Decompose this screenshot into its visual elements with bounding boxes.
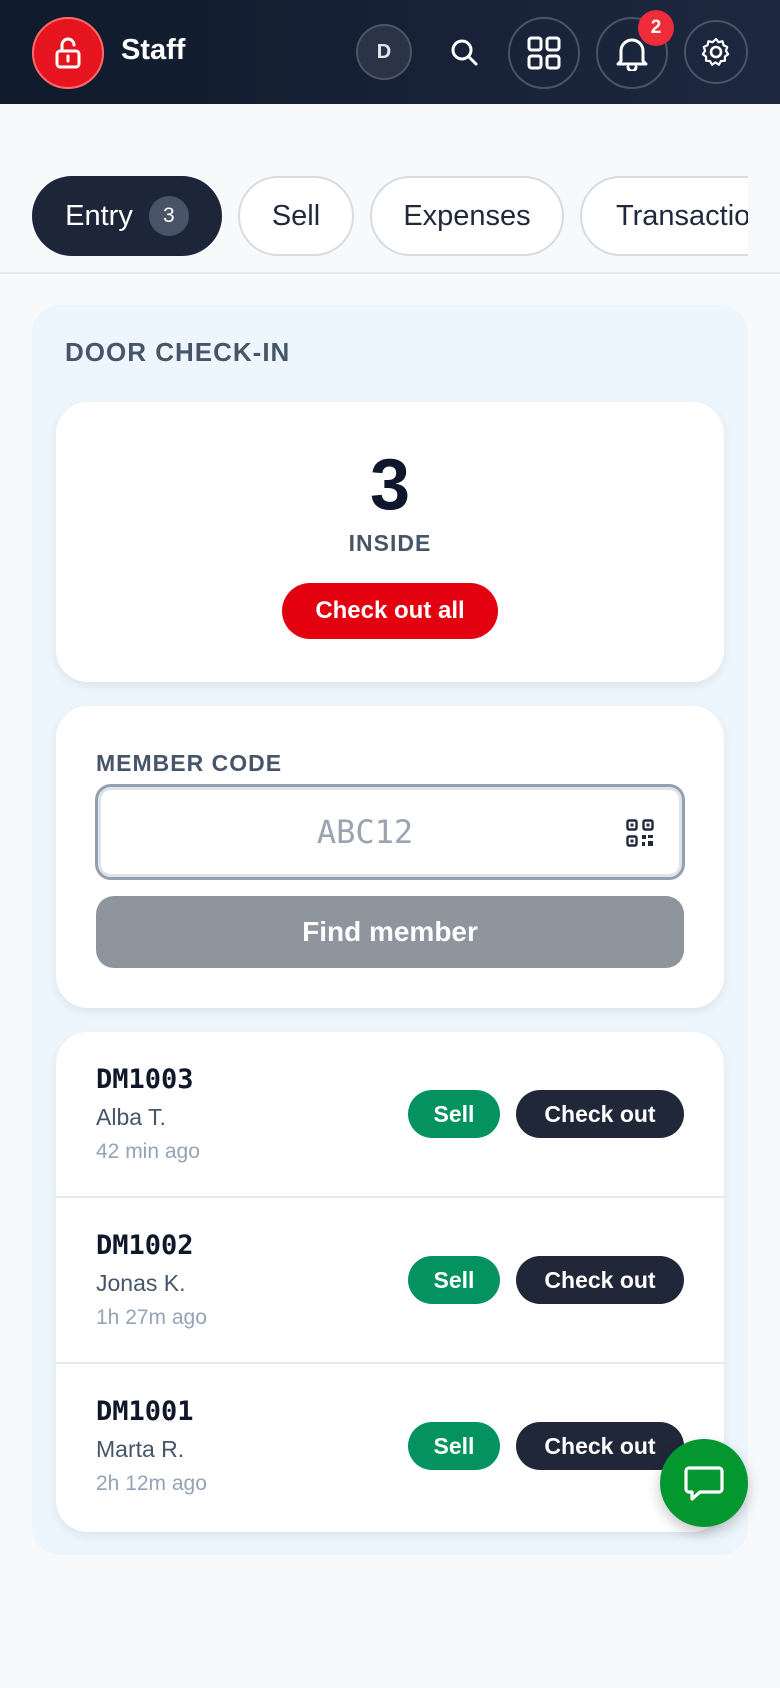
list-item: DM1001 Marta R. 2h 12m ago Sell Check ou… [56, 1364, 724, 1530]
member-code-field[interactable] [95, 784, 685, 880]
member-code: DM1003 [96, 1064, 194, 1095]
sell-button[interactable]: Sell [408, 1256, 500, 1304]
member-name: Jonas K. [96, 1270, 186, 1296]
member-name: Marta R. [96, 1436, 185, 1462]
member-code-card: MEMBER CODE Find member [56, 706, 724, 1008]
panel-title: DOOR CHECK-IN [65, 337, 291, 367]
list-item: DM1002 Jonas K. 1h 27m ago Sell Check ou… [56, 1198, 724, 1364]
avatar[interactable]: D [356, 24, 412, 80]
apps-button[interactable] [508, 17, 580, 89]
list-item: DM1003 Alba T. 42 min ago Sell Check out [56, 1032, 724, 1198]
tab-label: Expenses [403, 199, 531, 232]
inside-count: 3 [369, 445, 411, 525]
member-code-label: MEMBER CODE [96, 750, 283, 776]
app-title: Staff [121, 34, 186, 66]
search-button[interactable] [436, 24, 492, 80]
chat-button[interactable] [660, 1439, 748, 1527]
member-code: DM1002 [96, 1230, 194, 1261]
search-icon [451, 39, 478, 66]
tab-transactions[interactable]: Transactions [580, 176, 748, 256]
checked-in-list: DM1003 Alba T. 42 min ago Sell Check out… [56, 1032, 724, 1532]
settings-button[interactable] [684, 20, 748, 84]
chat-icon [684, 1466, 724, 1501]
tab-count-badge: 3 [148, 196, 189, 236]
notification-count-badge: 2 [638, 10, 674, 46]
tabs-scroller[interactable]: Entry 3 Sell Expenses Transactions [0, 174, 748, 258]
checkin-time: 42 min ago [96, 1140, 200, 1163]
check-out-button[interactable]: Check out [516, 1422, 684, 1470]
inside-count-card: 3 INSIDE Check out all [56, 402, 724, 682]
section-tabs: Entry 3 Sell Expenses Transactions [0, 174, 780, 274]
check-out-all-button[interactable]: Check out all [282, 583, 498, 639]
sell-button[interactable]: Sell [408, 1422, 500, 1470]
tab-label: Entry [65, 199, 133, 232]
checkin-time: 2h 12m ago [96, 1472, 207, 1495]
check-out-button[interactable]: Check out [516, 1256, 684, 1304]
member-code: DM1001 [96, 1396, 194, 1427]
tab-sell[interactable]: Sell [238, 176, 354, 256]
check-out-button[interactable]: Check out [516, 1090, 684, 1138]
tab-label: Transactions [616, 199, 748, 232]
tab-label: Sell [271, 199, 321, 232]
grid-icon [527, 36, 561, 70]
tab-expenses[interactable]: Expenses [370, 176, 564, 256]
member-code-input[interactable] [98, 787, 682, 877]
lock-icon [55, 37, 81, 69]
tab-entry[interactable]: Entry 3 [32, 176, 222, 256]
checkin-time: 1h 27m ago [96, 1306, 207, 1329]
inside-label: INSIDE [348, 530, 432, 556]
gear-icon [701, 37, 730, 66]
qr-code-icon[interactable] [626, 819, 654, 847]
member-name: Alba T. [96, 1104, 166, 1130]
top-bar: Staff D 2 [0, 0, 780, 104]
sell-button[interactable]: Sell [408, 1090, 500, 1138]
door-checkin-panel: DOOR CHECK-IN 3 INSIDE Check out all MEM… [32, 305, 748, 1555]
lock-button[interactable] [32, 17, 104, 89]
find-member-button[interactable]: Find member [96, 896, 684, 968]
